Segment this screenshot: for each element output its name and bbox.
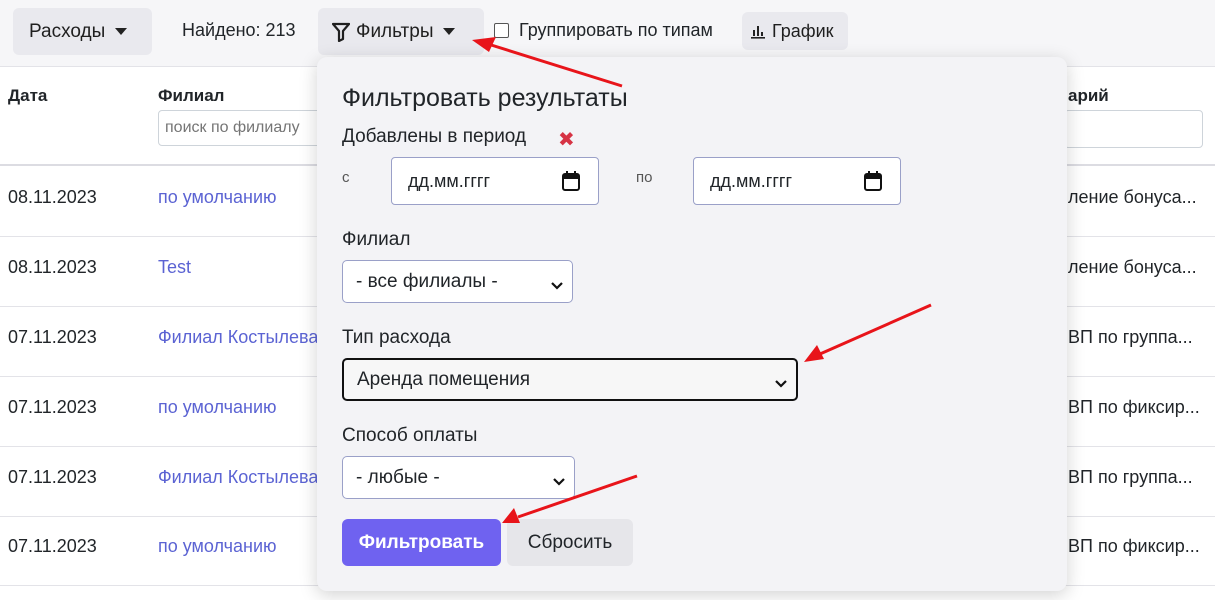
cell-date: 07.11.2023: [8, 397, 97, 417]
chevron-down-icon: [550, 276, 564, 298]
found-count: Найдено: 213: [182, 20, 296, 40]
calendar-icon[interactable]: [562, 171, 580, 196]
date-from-label: с: [342, 169, 350, 186]
chart-button[interactable]: График: [742, 12, 848, 50]
column-header-comment[interactable]: арий: [1068, 86, 1109, 106]
apply-filters-button[interactable]: Фильтровать: [342, 519, 501, 566]
group-by-type-checkbox[interactable]: [494, 23, 509, 38]
date-to-input[interactable]: дд.мм.гггг: [693, 157, 901, 205]
cell-branch-link[interactable]: по умолчанию: [158, 187, 277, 208]
payment-method-select[interactable]: - любые -: [342, 456, 575, 499]
group-by-type-toggle[interactable]: Группировать по типам: [494, 20, 713, 41]
clear-period-icon[interactable]: ✖: [558, 127, 575, 152]
expenses-label: Расходы: [29, 20, 106, 42]
expenses-dropdown-button[interactable]: Расходы: [13, 8, 152, 55]
column-header-branch[interactable]: Филиал: [158, 86, 224, 106]
date-from-value: дд.мм.гггг: [408, 170, 491, 191]
caret-down-icon: [443, 28, 456, 35]
cell-branch-link[interactable]: Филиал Костылева: [158, 327, 318, 348]
cell-date: 07.11.2023: [8, 536, 97, 556]
filters-label: Фильтры: [356, 20, 434, 42]
filters-dropdown-button[interactable]: Фильтры: [318, 8, 484, 55]
date-to-value: дд.мм.гггг: [710, 170, 793, 191]
branch-select[interactable]: - все филиалы -: [342, 260, 573, 303]
chevron-down-icon: [774, 374, 788, 396]
cell-branch-link[interactable]: по умолчанию: [158, 536, 277, 557]
comment-search-input[interactable]: [1064, 110, 1203, 148]
payment-method-value: - любые -: [356, 466, 440, 488]
filters-popup: Фильтровать результаты Добавлены в перио…: [317, 57, 1067, 591]
cell-branch-link[interactable]: Филиал Костылева: [158, 467, 318, 488]
filters-title: Фильтровать результаты: [342, 84, 628, 112]
branch-select-value: - все филиалы -: [356, 270, 498, 292]
expense-type-select[interactable]: Аренда помещения: [342, 358, 798, 401]
caret-down-icon: [115, 28, 128, 35]
expense-type-label: Тип расхода: [342, 327, 451, 348]
branch-search-input[interactable]: [158, 110, 328, 146]
cell-comment: ВП по фиксир...: [1068, 536, 1200, 556]
filter-funnel-icon: [332, 22, 350, 42]
chart-label: График: [772, 20, 834, 41]
cell-comment: ВП по группа...: [1068, 467, 1193, 487]
payment-method-label: Способ оплаты: [342, 425, 478, 446]
bar-chart-icon: [750, 23, 766, 39]
cell-date: 08.11.2023: [8, 257, 97, 277]
cell-date: 07.11.2023: [8, 467, 97, 487]
date-to-label: по: [636, 169, 653, 186]
branch-filter-label: Филиал: [342, 229, 411, 250]
cell-comment: ВП по группа...: [1068, 327, 1193, 347]
date-from-input[interactable]: дд.мм.гггг: [391, 157, 599, 205]
cell-date: 07.11.2023: [8, 327, 97, 347]
cell-branch-link[interactable]: по умолчанию: [158, 397, 277, 418]
calendar-icon[interactable]: [864, 171, 882, 196]
cell-comment: ление бонуса...: [1068, 187, 1197, 207]
group-by-type-label: Группировать по типам: [519, 20, 713, 40]
cell-branch-link[interactable]: Test: [158, 257, 191, 278]
column-header-date[interactable]: Дата: [8, 86, 47, 106]
cell-date: 08.11.2023: [8, 187, 97, 207]
expense-type-value: Аренда помещения: [357, 368, 531, 390]
cell-comment: ВП по фиксир...: [1068, 397, 1200, 417]
period-label: Добавлены в период: [342, 126, 527, 147]
cell-comment: ление бонуса...: [1068, 257, 1197, 277]
reset-filters-button[interactable]: Сбросить: [507, 519, 633, 566]
chevron-down-icon: [552, 472, 566, 494]
